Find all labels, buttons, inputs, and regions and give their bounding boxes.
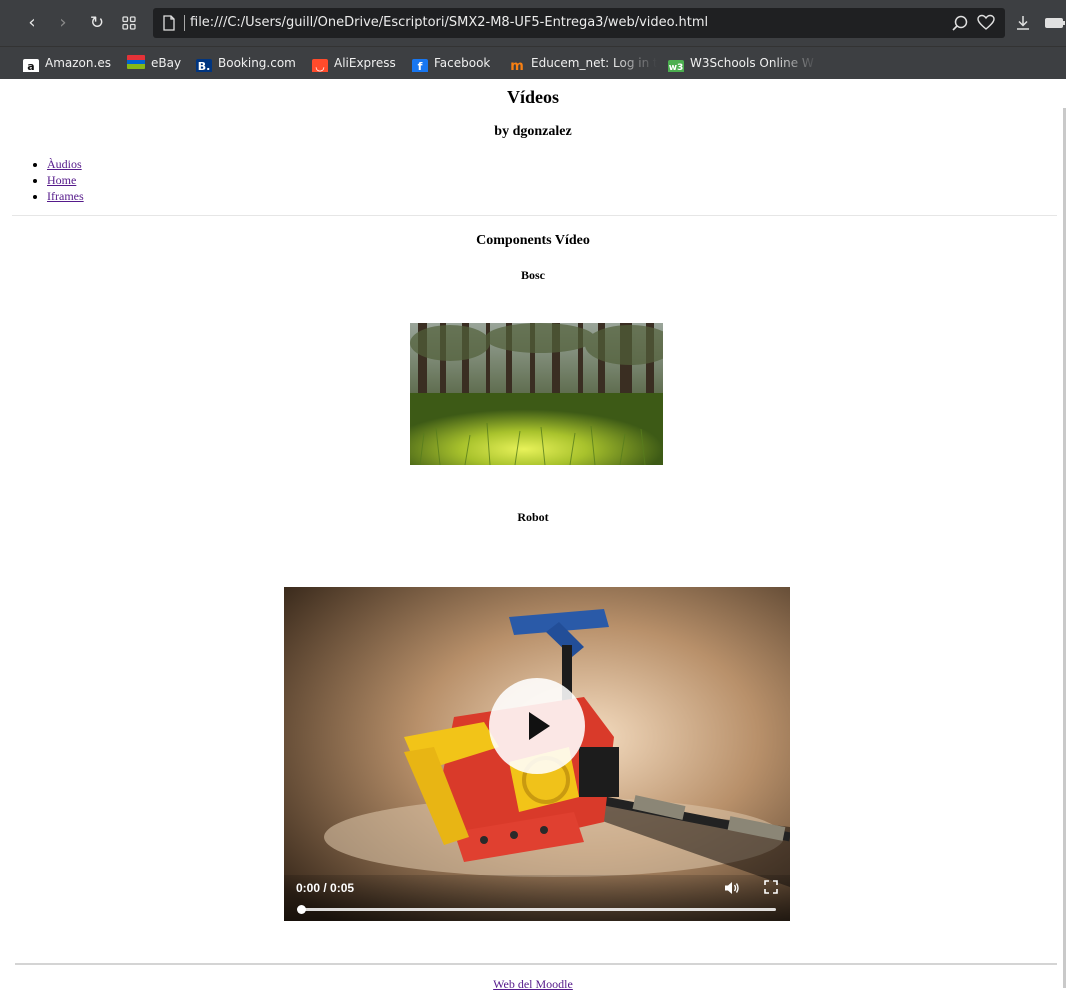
- bookmark-label: eBay: [151, 56, 182, 70]
- bookmark-label: Educem_net: Log in t: [531, 56, 657, 70]
- url-text[interactable]: file:///C:/Users/guill/OneDrive/Escripto…: [190, 14, 708, 32]
- facebook-icon: f: [412, 59, 428, 72]
- address-bar[interactable]: file:///C:/Users/guill/OneDrive/Escripto…: [153, 8, 1005, 38]
- heart-icon[interactable]: [977, 14, 995, 32]
- amazon-icon: a: [23, 59, 39, 72]
- search-icon[interactable]: [951, 14, 969, 32]
- bookmark-ebay[interactable]: eBay: [127, 54, 181, 72]
- download-icon[interactable]: [1013, 13, 1033, 33]
- bookmark-amazon[interactable]: a Amazon.es: [23, 54, 111, 72]
- video-time: 0:00 / 0:05: [296, 881, 355, 895]
- w3schools-icon: w3: [668, 60, 684, 72]
- bookmarks-bar: a Amazon.es eBay B. Booking.com ◡ AliExpres…: [0, 46, 1066, 79]
- play-button[interactable]: [489, 678, 585, 774]
- nav-menu: Àudios Home Iframes: [32, 156, 84, 204]
- nav-link-audios[interactable]: Àudios: [47, 157, 82, 171]
- page-content: Vídeos by dgonzalez Àudios Home Iframes …: [0, 78, 1066, 1002]
- footer: Web del Moodle: [0, 977, 1066, 992]
- section-title: Components Vídeo: [476, 233, 590, 248]
- video-title-bosc: Bosc: [521, 268, 545, 282]
- footer-divider: [15, 963, 1057, 965]
- bookmark-educem[interactable]: m Educem_net: Log in t: [509, 54, 657, 72]
- speed-dial-icon[interactable]: [119, 13, 139, 33]
- video-robot-player[interactable]: 0:00 / 0:05: [284, 587, 790, 921]
- forest-image: [410, 323, 663, 465]
- video-progress-thumb[interactable]: [297, 905, 306, 914]
- bookmark-label: AliExpress: [334, 56, 396, 70]
- video-controls: 0:00 / 0:05: [284, 875, 790, 921]
- page-author: by dgonzalez: [494, 124, 572, 139]
- browser-toolbar: ‹ › ↻ file:///C:/Users/guill/OneDrive/Es…: [0, 0, 1066, 46]
- volume-icon[interactable]: [724, 880, 740, 896]
- aliexpress-icon: ◡: [312, 59, 328, 72]
- ebay-icon: [127, 55, 145, 69]
- nav-link-home[interactable]: Home: [47, 173, 76, 187]
- bookmark-aliexpress[interactable]: ◡ AliExpress: [312, 54, 396, 72]
- bookmark-label: W3Schools Online W: [690, 56, 814, 70]
- bookmark-label: Amazon.es: [45, 56, 111, 70]
- battery-icon[interactable]: [1044, 13, 1066, 33]
- play-icon: [529, 712, 550, 740]
- reload-icon[interactable]: ↻: [87, 13, 107, 33]
- booking-icon: B.: [196, 59, 212, 72]
- moodle-icon: m: [510, 59, 524, 72]
- nav-link-iframes[interactable]: Iframes: [47, 189, 84, 203]
- page-title: Vídeos: [506, 87, 559, 107]
- video-title-robot: Robot: [517, 510, 549, 524]
- bookmark-w3schools[interactable]: w3 W3Schools Online W: [668, 54, 818, 72]
- bookmark-booking[interactable]: B. Booking.com: [196, 54, 296, 72]
- bookmark-facebook[interactable]: f Facebook: [412, 54, 490, 72]
- divider: [12, 215, 1057, 216]
- bookmark-label: Facebook: [434, 56, 491, 70]
- bookmark-label: Booking.com: [218, 56, 296, 70]
- fullscreen-icon[interactable]: [764, 880, 778, 894]
- moodle-link[interactable]: Web del Moodle: [493, 977, 573, 991]
- address-separator: [184, 15, 185, 31]
- page-icon: [163, 15, 175, 31]
- forward-icon[interactable]: ›: [53, 13, 73, 33]
- video-bosc[interactable]: [410, 323, 663, 465]
- nav-item: Àudios: [47, 156, 84, 172]
- nav-item: Iframes: [47, 188, 84, 204]
- nav-item: Home: [47, 172, 84, 188]
- video-progress-track[interactable]: [300, 908, 776, 911]
- back-icon[interactable]: ‹: [22, 13, 42, 33]
